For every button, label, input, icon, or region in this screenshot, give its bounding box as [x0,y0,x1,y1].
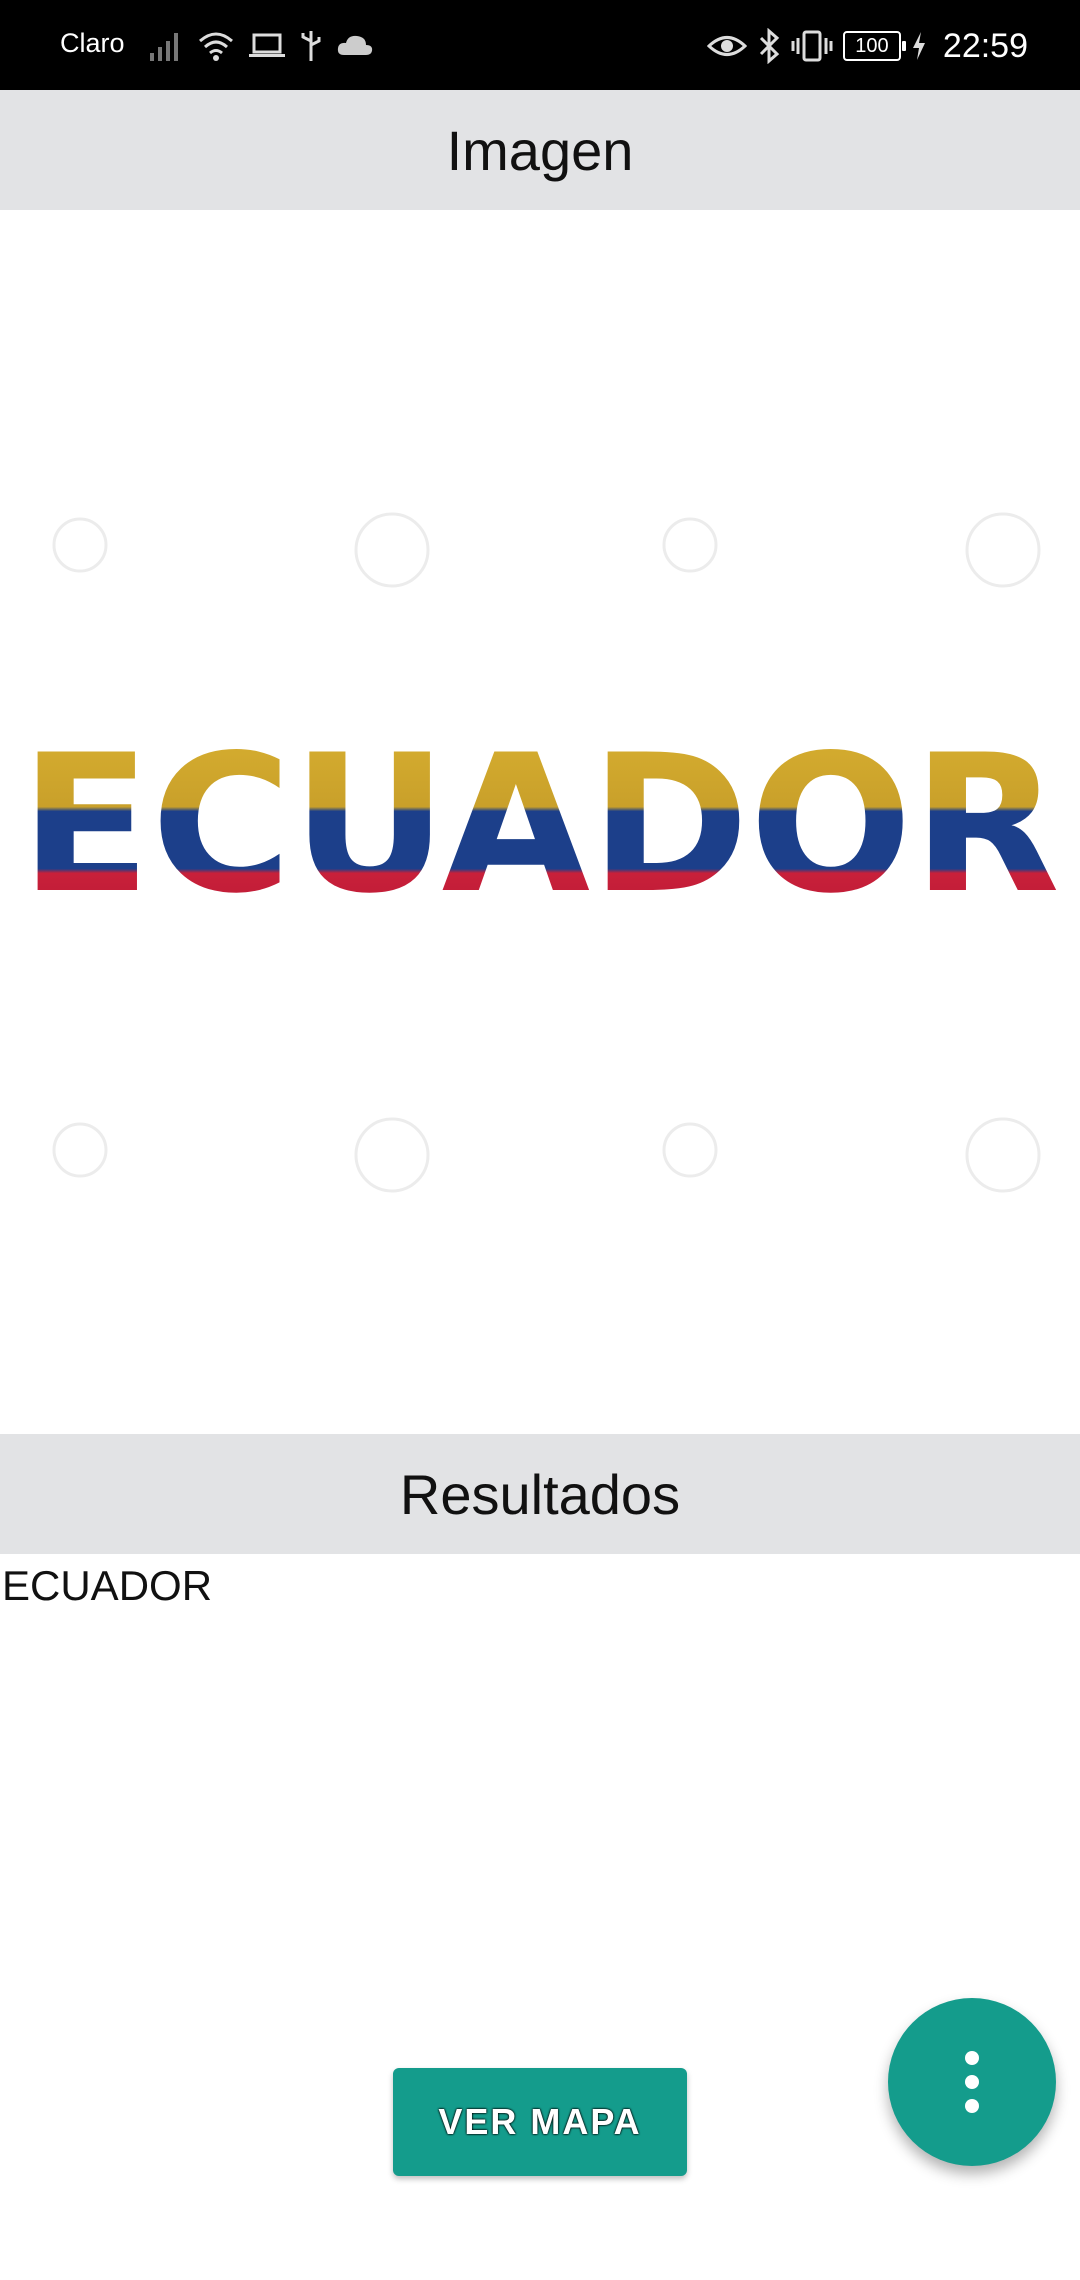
screen: Claro 100 22:59 Imagen ECUADOR Resultado… [0,0,1080,2280]
status-bar: Claro 100 22:59 [0,0,1080,90]
view-map-button[interactable]: VER MAPA [393,2068,687,2176]
status-left-icons [148,26,374,66]
more-vertical-icon [965,2051,979,2113]
ecuador-word-art: ECUADOR [20,714,1060,935]
ecuador-flag-text-image: ECUADOR [20,512,1060,1193]
bluetooth-icon [759,28,780,64]
eye-icon [706,36,747,56]
ecuador-image: ECUADOR [0,210,1080,1434]
cloud-icon [337,35,373,55]
battery-icon: 100 [842,31,906,61]
results-section-title: Resultados [0,1434,1080,1554]
status-right: 100 22:59 [706,22,1028,70]
vibrate-icon [791,30,833,62]
result-text: ECUADOR [2,1562,213,1609]
image-section-title: Imagen [0,90,1080,210]
wifi-icon [199,32,233,61]
more-options-fab[interactable] [888,1998,1056,2166]
laptop-icon [249,33,285,57]
signal-icon [150,33,178,61]
charging-icon [912,32,925,60]
usb-icon [301,31,321,61]
carrier-label: Claro [60,28,125,58]
clock: 22:59 [942,26,1028,65]
